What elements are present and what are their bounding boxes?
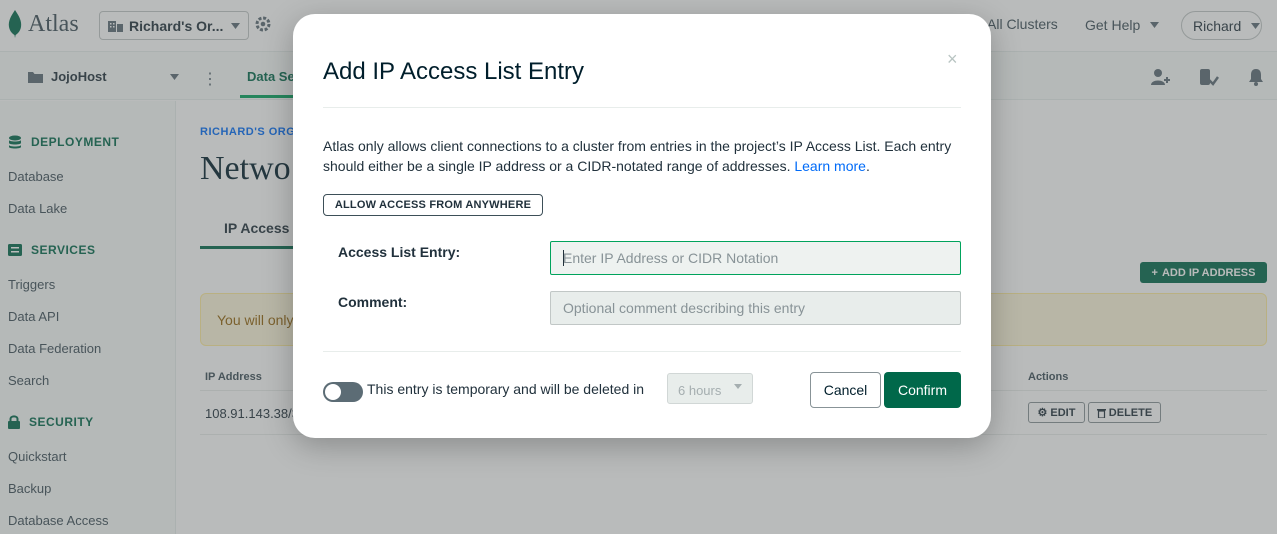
access-list-entry-input[interactable] [550, 241, 961, 275]
text-cursor [563, 250, 564, 266]
allow-access-from-anywhere-button[interactable]: ALLOW ACCESS FROM ANYWHERE [323, 194, 543, 216]
period: . [865, 158, 870, 174]
confirm-button[interactable]: Confirm [884, 372, 961, 408]
comment-input[interactable] [550, 291, 961, 325]
duration-value: 6 hours [678, 383, 722, 398]
access-list-entry-label: Access List Entry: [338, 244, 461, 260]
modal-description: Atlas only allows client connections to … [323, 136, 963, 176]
add-ip-access-list-entry-modal: × Add IP Access List Entry Atlas only al… [293, 14, 991, 438]
chevron-down-icon [734, 384, 742, 389]
modal-title: Add IP Access List Entry [323, 58, 585, 85]
comment-label: Comment: [338, 294, 408, 310]
modal-header-divider [323, 107, 961, 108]
temporary-entry-toggle[interactable] [323, 382, 363, 402]
temporary-entry-label: This entry is temporary and will be dele… [367, 381, 645, 397]
delete-after-duration-select[interactable]: 6 hours [667, 373, 753, 404]
cancel-button[interactable]: Cancel [810, 372, 881, 408]
toggle-knob [325, 384, 341, 400]
close-icon[interactable]: × [947, 50, 958, 68]
modal-footer-divider [323, 351, 961, 352]
learn-more-link[interactable]: Learn more [794, 158, 866, 174]
